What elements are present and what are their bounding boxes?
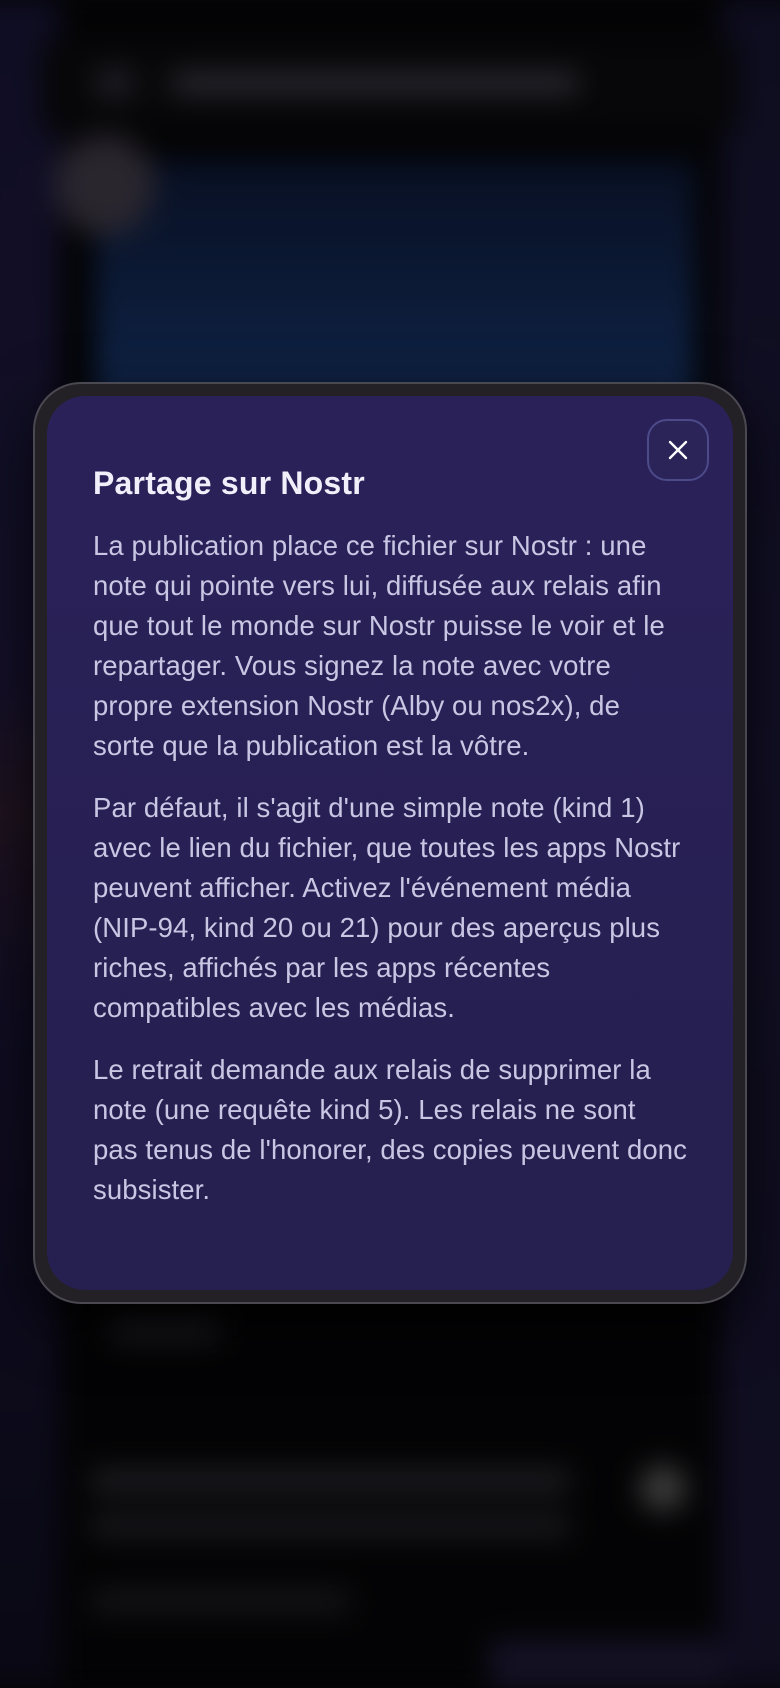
dialog-paragraph-removal: Le retrait demande aux relais de supprim… (93, 1054, 687, 1205)
dialog-paragraph-publication: La publication place ce fichier sur Nost… (93, 530, 665, 761)
dialog-title: Partage sur Nostr (93, 465, 365, 501)
info-dialog-frame: Partage sur Nostr La publication place c… (33, 382, 747, 1304)
close-button[interactable] (647, 419, 709, 481)
dialog-paragraph-default-note: Par défaut, il s'agit d'une simple note … (93, 792, 681, 1023)
screen: Partage sur Nostr La publication place c… (0, 0, 780, 1688)
info-dialog: Partage sur Nostr La publication place c… (47, 396, 733, 1290)
close-icon (668, 440, 688, 460)
